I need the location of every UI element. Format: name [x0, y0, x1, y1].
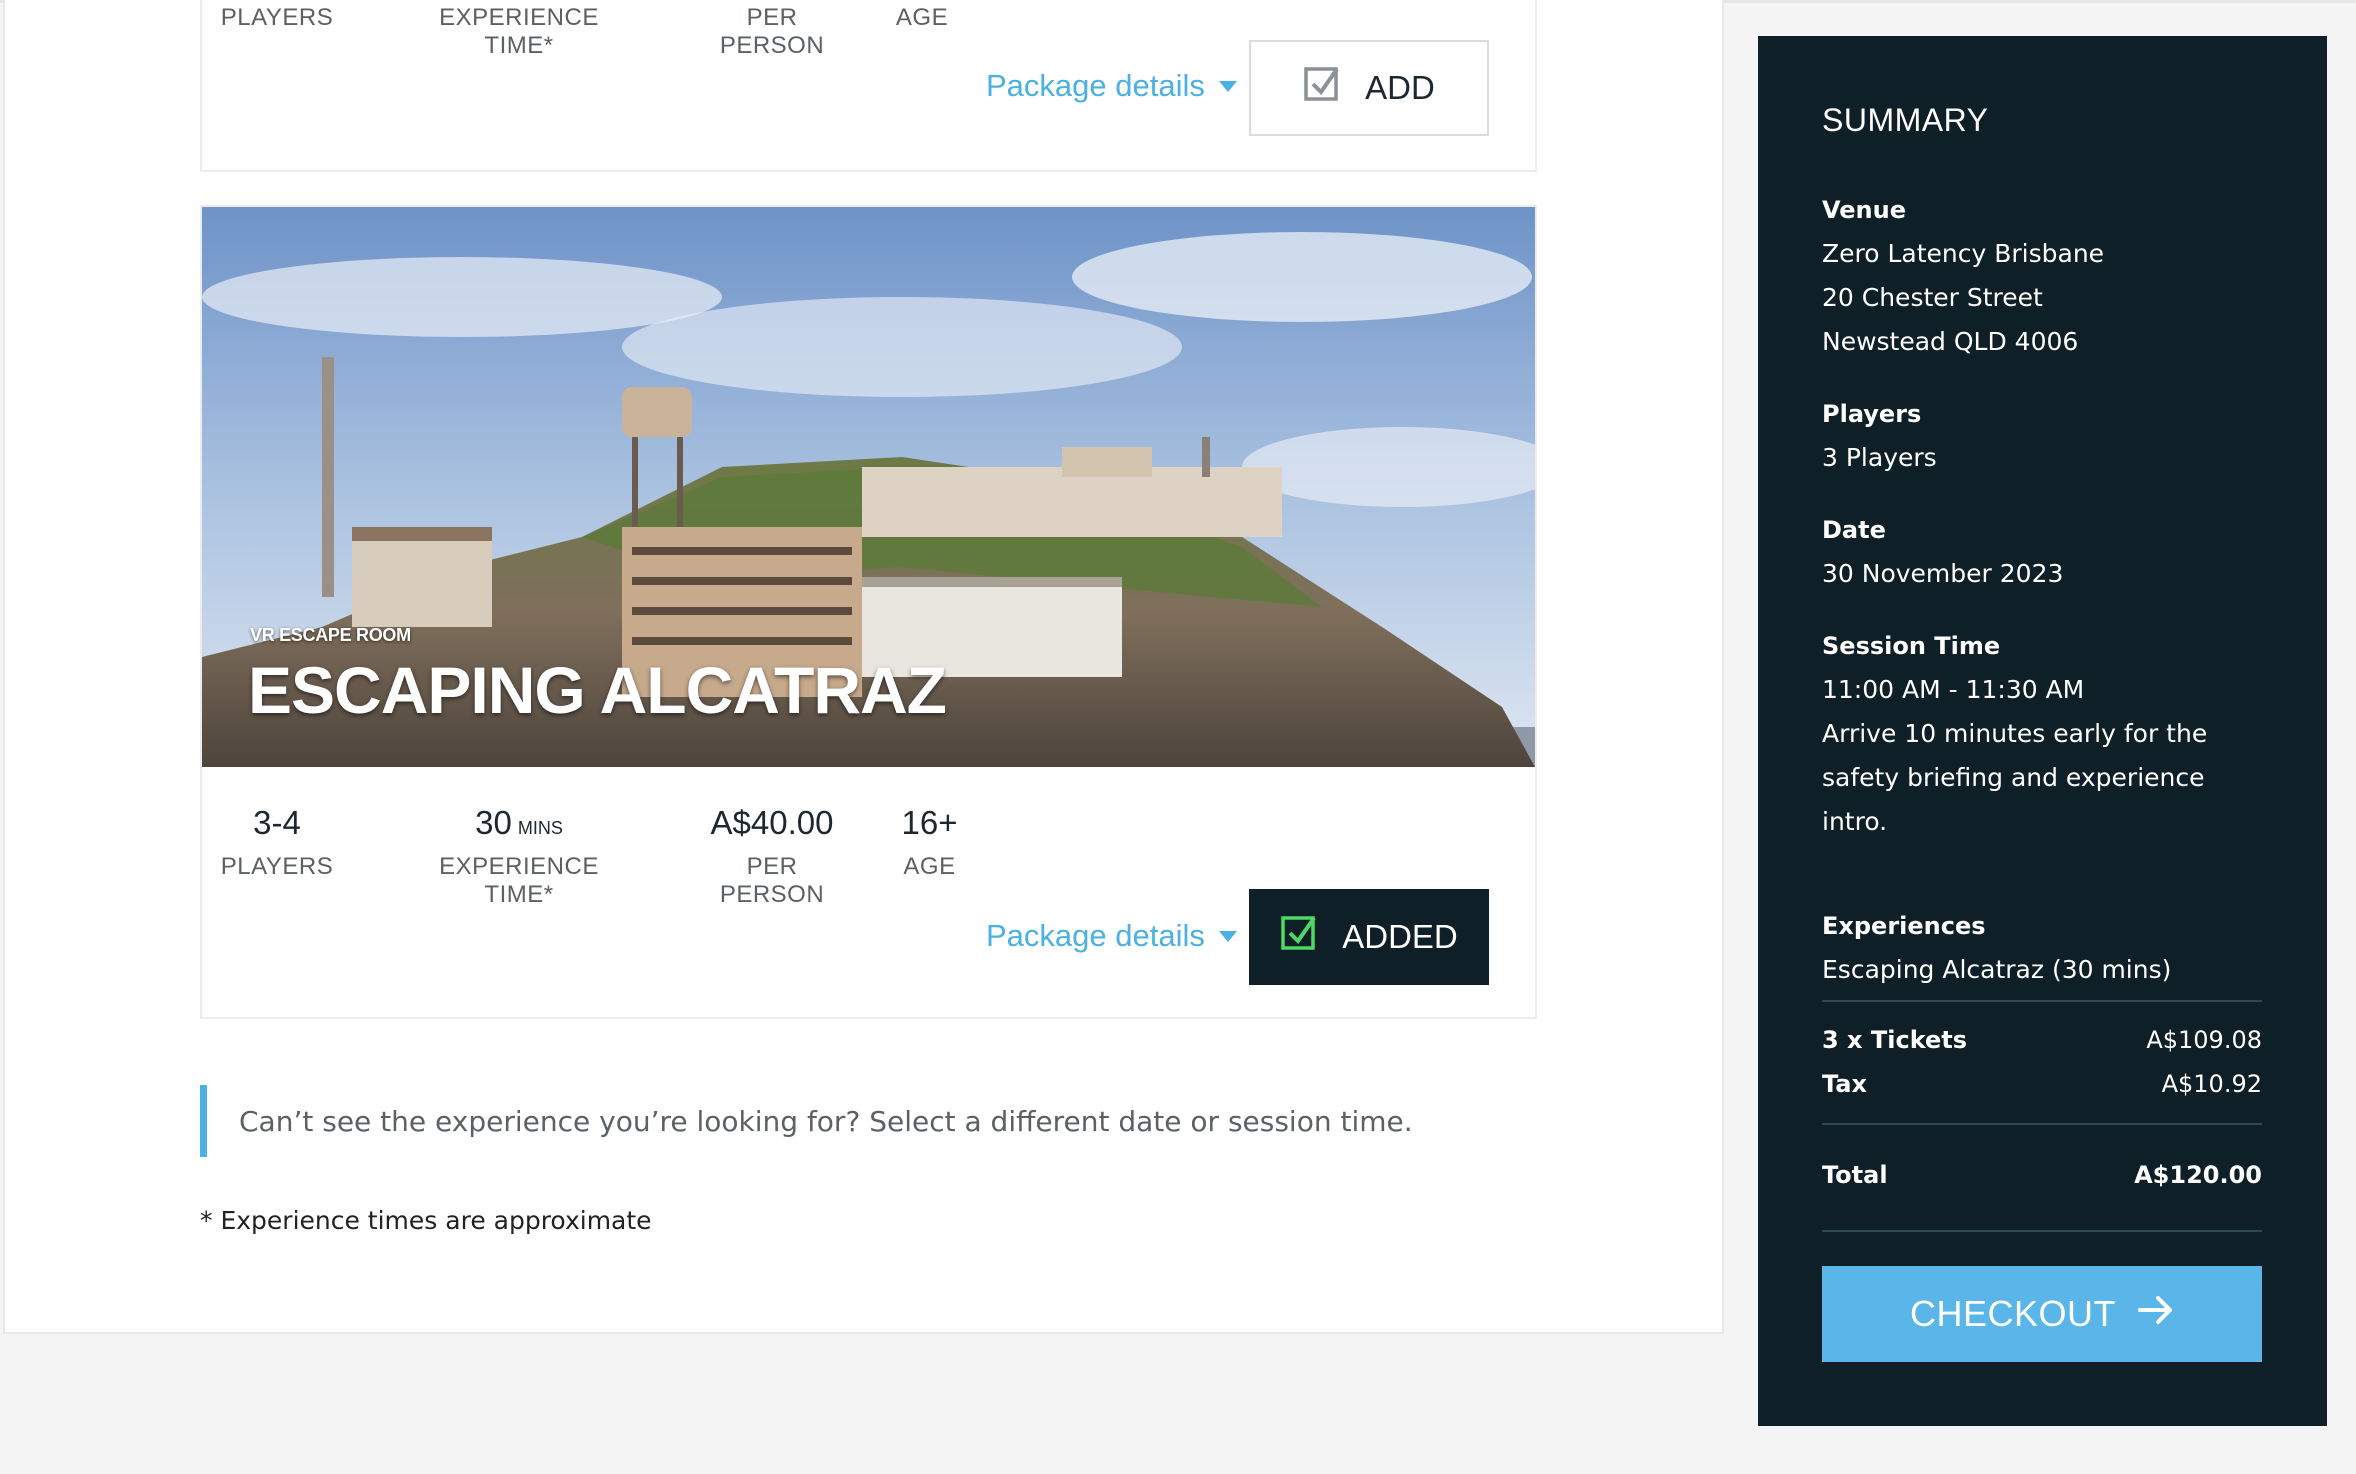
date-label: Date: [1822, 516, 1886, 544]
checkout-button[interactable]: CHECKOUT: [1822, 1266, 2262, 1362]
session-value: 11:00 AM - 11:30 AM: [1822, 675, 2085, 704]
summary-title: SUMMARY: [1822, 102, 1989, 138]
players-label: Players: [1822, 400, 1922, 428]
caret-down-icon: [1218, 80, 1237, 92]
experience-time-value: 30 MINS: [404, 804, 634, 842]
add-button-label: ADD: [1365, 69, 1435, 106]
added-button[interactable]: ADDED: [1249, 889, 1489, 985]
summary-date: Date 30 November 2023: [1822, 508, 2272, 596]
session-note-line3: intro.: [1822, 807, 1888, 836]
per-person-label: PER PERSON: [719, 853, 825, 908]
experience-title: ESCAPING ALCATRAZ: [248, 653, 947, 727]
total-row: Total A$120.00: [1822, 1161, 2262, 1189]
summary-venue: Venue Zero Latency Brisbane 20 Chester S…: [1822, 188, 2272, 364]
age-value: 16+: [901, 804, 958, 841]
session-label: Session Time: [1822, 632, 2001, 660]
experience-card-previous: PLAYERS EXPERIENCE TIME* PER PERSON AGE …: [200, 0, 1537, 172]
experience-time-label: EXPERIENCE TIME*: [439, 853, 599, 908]
summary-session: Session Time 11:00 AM - 11:30 AM Arrive …: [1822, 624, 2272, 844]
add-button[interactable]: ADD: [1249, 40, 1489, 136]
package-details-toggle[interactable]: Package details: [986, 68, 1237, 104]
experience-time-label: EXPERIENCE TIME*: [439, 4, 599, 59]
tickets-row: 3 x Tickets A$109.08: [1822, 1026, 2262, 1054]
arrow-right-icon: [2138, 1293, 2174, 1335]
summary-players: Players 3 Players: [1822, 392, 2272, 480]
order-summary: SUMMARY Venue Zero Latency Brisbane 20 C…: [1758, 36, 2327, 1426]
tickets-value: A$109.08: [2146, 1026, 2262, 1054]
experience-tag: VR ESCAPE ROOM: [250, 625, 411, 645]
experiences-value: Escaping Alcatraz (30 mins): [1822, 955, 2172, 984]
experiences-panel: PLAYERS EXPERIENCE TIME* PER PERSON AGE …: [3, 0, 1724, 1334]
total-label: Total: [1822, 1161, 1888, 1189]
age-label: AGE: [903, 853, 956, 880]
experience-time-number: 30: [475, 804, 512, 841]
age-label: AGE: [895, 4, 949, 31]
per-person-label: PER PERSON: [719, 4, 825, 59]
players-value: 3-4: [253, 804, 301, 841]
package-details-label: Package details: [986, 68, 1205, 103]
session-note-line2: safety briefing and experience: [1822, 763, 2205, 792]
tax-label: Tax: [1822, 1070, 1867, 1098]
checkbox-checked-icon: [1280, 913, 1320, 961]
summary-divider: [1822, 1000, 2262, 1002]
tickets-label: 3 x Tickets: [1822, 1026, 1968, 1054]
players-label: PLAYERS: [220, 4, 334, 31]
summary-experiences: Experiences Escaping Alcatraz (30 mins): [1822, 904, 2272, 992]
experience-time-unit: MINS: [517, 818, 563, 838]
date-value: 30 November 2023: [1822, 559, 2064, 588]
summary-divider: [1822, 1123, 2262, 1125]
players-value: 3 Players: [1822, 443, 1937, 472]
venue-street: 20 Chester Street: [1822, 283, 2043, 312]
venue-label: Venue: [1822, 196, 1906, 224]
tax-row: Tax A$10.92: [1822, 1070, 2262, 1098]
package-details-toggle[interactable]: Package details: [986, 918, 1237, 954]
info-notice: Can’t see the experience you’re looking …: [200, 1085, 1413, 1157]
experiences-label: Experiences: [1822, 912, 1986, 940]
tax-value: A$10.92: [2161, 1070, 2262, 1098]
experience-time-footnote: * Experience times are approximate: [200, 1206, 652, 1235]
total-value: A$120.00: [2134, 1161, 2262, 1189]
venue-name: Zero Latency Brisbane: [1822, 239, 2105, 268]
caret-down-icon: [1218, 930, 1237, 942]
venue-city: Newstead QLD 4006: [1822, 327, 2079, 356]
added-button-label: ADDED: [1342, 918, 1458, 955]
checkout-label: CHECKOUT: [1909, 1293, 2116, 1334]
checkbox-icon: [1303, 64, 1343, 112]
experience-hero-image: VR ESCAPE ROOM ESCAPING ALCATRAZ: [202, 207, 1535, 767]
package-details-label: Package details: [986, 918, 1205, 953]
experience-card-escaping-alcatraz: VR ESCAPE ROOM ESCAPING ALCATRAZ 3-4 30 M…: [200, 205, 1537, 1019]
per-person-value: A$40.00: [710, 804, 834, 841]
session-note-line1: Arrive 10 minutes early for the: [1822, 719, 2208, 748]
summary-divider: [1822, 1230, 2262, 1232]
players-label: PLAYERS: [220, 853, 334, 880]
